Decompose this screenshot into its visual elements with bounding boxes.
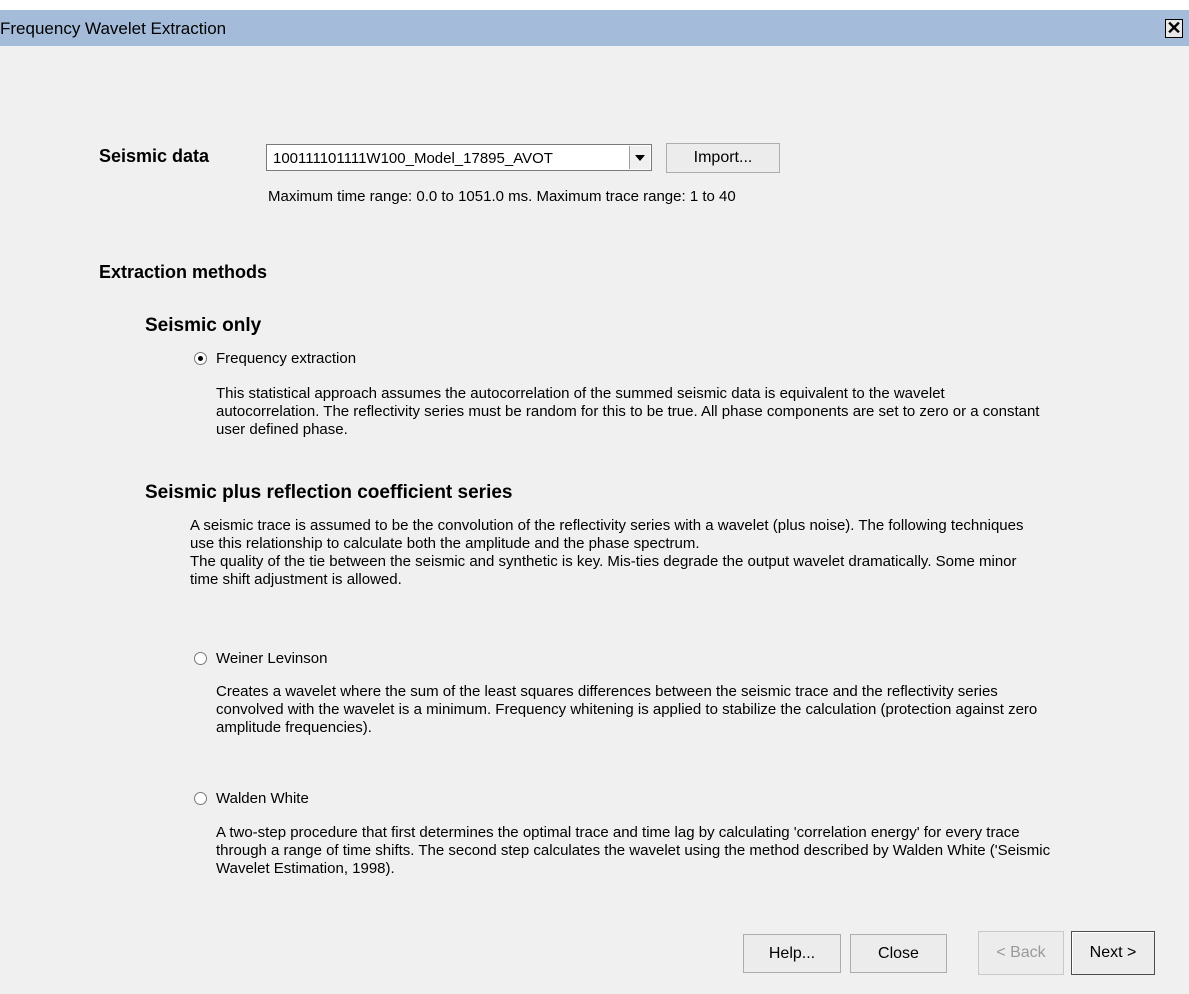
weiner-levinson-description: Creates a wavelet where the sum of the l… (216, 683, 1038, 736)
frequency-extraction-label[interactable]: Frequency extraction (216, 350, 356, 367)
import-button[interactable]: Import... (666, 143, 780, 173)
reflection-intro-text: A seismic trace is assumed to be the con… (190, 517, 1024, 552)
frequency-extraction-description: This statistical approach assumes the au… (216, 385, 1040, 438)
reflection-series-heading: Seismic plus reflection coefficient seri… (145, 482, 513, 503)
weiner-levinson-label[interactable]: Weiner Levinson (216, 650, 327, 667)
reflection-intro-text-2: The quality of the tie between the seism… (190, 553, 1017, 588)
seismic-data-label: Seismic data (99, 146, 210, 166)
close-button[interactable]: Close (850, 934, 947, 973)
seismic-data-selected-value: 100111101111W100_Model_17895_AVOT (273, 150, 553, 167)
seismic-data-select[interactable]: 100111101111W100_Model_17895_AVOT (266, 144, 652, 171)
frequency-extraction-radio[interactable] (194, 352, 207, 365)
dialog-window: Frequency Wavelet Extraction ✕ Seismic d… (0, 10, 1189, 994)
walden-white-label[interactable]: Walden White (216, 790, 309, 807)
chevron-down-icon[interactable] (629, 146, 650, 169)
back-button[interactable]: < Back (978, 931, 1064, 975)
close-icon[interactable]: ✕ (1165, 19, 1183, 38)
extraction-methods-heading: Extraction methods (99, 262, 268, 282)
walden-white-radio[interactable] (194, 792, 207, 805)
next-button[interactable]: Next > (1071, 931, 1155, 975)
weiner-levinson-radio[interactable] (194, 652, 207, 665)
walden-white-description: A two-step procedure that first determin… (216, 824, 1051, 877)
seismic-only-heading: Seismic only (145, 315, 262, 336)
title-bar[interactable]: Frequency Wavelet Extraction ✕ (0, 10, 1189, 46)
help-button[interactable]: Help... (743, 934, 841, 973)
window-title: Frequency Wavelet Extraction (0, 19, 227, 38)
range-info-text: Maximum time range: 0.0 to 1051.0 ms. Ma… (268, 188, 736, 205)
